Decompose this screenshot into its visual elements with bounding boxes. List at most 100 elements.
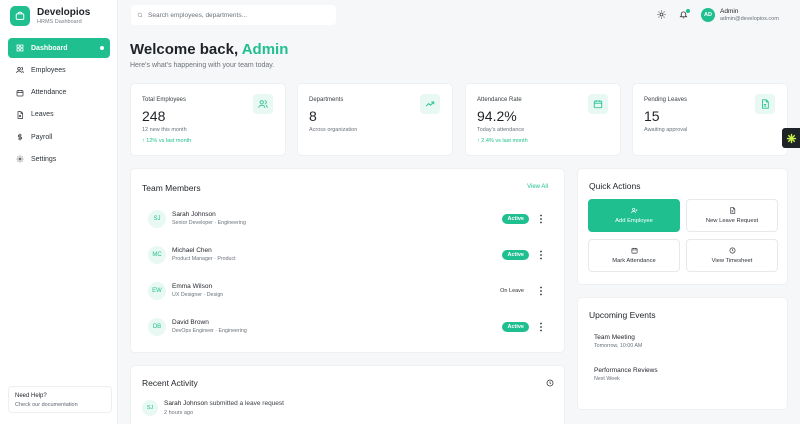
sidebar-item-attendance[interactable]: Attendance: [8, 83, 110, 103]
view-all-link[interactable]: View All: [527, 184, 548, 190]
stat-value: 15: [644, 108, 660, 124]
button-label: Mark Attendance: [612, 258, 656, 264]
stat-trend: ↑ 2.4% vs last month: [477, 138, 528, 144]
sidebar: Developios HRMS Dashboard Dashboard Empl…: [0, 0, 118, 424]
quick-actions-panel: Quick Actions Add Employee New Leave Req…: [577, 168, 788, 285]
asterisk-icon: [786, 133, 796, 143]
event-title: Performance Reviews: [594, 367, 658, 374]
activity-text: Sarah Johnson submitted a leave request: [164, 400, 284, 407]
sidebar-item-label: Payroll: [31, 133, 53, 141]
floating-widget-button[interactable]: [782, 128, 800, 148]
sidebar-item-label: Settings: [31, 155, 57, 163]
stat-note: Across organization: [309, 127, 358, 133]
sidebar-item-leaves[interactable]: Leaves: [8, 105, 110, 125]
more-vertical-icon[interactable]: [537, 250, 545, 260]
dashboard-icon: [16, 44, 24, 52]
file-icon: [755, 94, 775, 114]
users-icon: [16, 67, 24, 74]
stat-note: Today's attendance: [477, 127, 525, 133]
user-plus-icon: [630, 207, 637, 214]
more-vertical-icon[interactable]: [537, 322, 545, 332]
sidebar-item-label: Dashboard: [31, 44, 68, 52]
avatar: MC: [148, 246, 166, 264]
event-time: Tomorrow, 10:00 AM: [594, 343, 643, 349]
search-icon: [137, 12, 143, 18]
documentation-link[interactable]: Check our documentation: [15, 401, 105, 409]
member-name: Emma Wilson: [172, 283, 213, 290]
welcome-name: Admin: [241, 41, 289, 58]
member-name: David Brown: [172, 319, 209, 326]
member-name: Michael Chen: [172, 247, 212, 254]
list-item[interactable]: Performance Reviews Next Week: [586, 363, 786, 389]
stat-trend: ↑ 12% vs last month: [142, 138, 192, 144]
panel-title: Recent Activity: [142, 378, 198, 388]
avatar[interactable]: AD: [701, 8, 715, 22]
clock-icon[interactable]: [546, 379, 554, 387]
table-row[interactable]: EW Emma Wilson UX Designer · Design On L…: [142, 276, 554, 306]
stat-value: 8: [309, 108, 317, 124]
list-item[interactable]: Team Meeting Tomorrow, 10:00 AM: [586, 330, 786, 356]
stat-label: Departments: [309, 97, 344, 103]
member-role: Product Manager · Product: [172, 256, 236, 262]
search-input[interactable]: [148, 11, 328, 19]
brand-subtitle: HRMS Dashboard: [37, 18, 82, 25]
member-role: UX Designer · Design: [172, 292, 224, 298]
sidebar-item-dashboard[interactable]: Dashboard: [8, 38, 110, 58]
avatar: SJ: [148, 210, 166, 228]
stat-card-total-employees[interactable]: Total Employees 248 12 new this month ↑ …: [130, 83, 286, 156]
avatar: SJ: [142, 400, 158, 416]
brand-name: Developios: [37, 6, 91, 18]
table-row[interactable]: SJ Sarah Johnson Senior Developer · Engi…: [142, 204, 554, 234]
help-title: Need Help?: [15, 393, 47, 399]
brand[interactable]: Developios HRMS Dashboard: [10, 6, 90, 26]
users-icon: [253, 94, 273, 114]
recent-activity-panel: Recent Activity SJ Sarah Johnson submitt…: [130, 365, 565, 424]
status-badge: Active: [502, 214, 529, 224]
upcoming-events-panel: Upcoming Events Team Meeting Tomorrow, 1…: [577, 297, 788, 410]
file-icon: [17, 111, 24, 119]
clock-icon: [729, 247, 735, 254]
sun-icon[interactable]: [657, 10, 666, 19]
more-vertical-icon[interactable]: [537, 286, 545, 296]
team-members-panel: Team Members View All SJ Sarah Johnson S…: [130, 168, 565, 353]
status-badge: Active: [502, 322, 529, 332]
briefcase-icon: [10, 6, 30, 26]
sidebar-item-label: Attendance: [31, 89, 67, 97]
stat-card-departments[interactable]: Departments 8 Across organization: [297, 83, 453, 156]
sidebar-item-settings[interactable]: Settings: [8, 149, 110, 169]
stat-card-attendance-rate[interactable]: Attendance Rate 94.2% Today's attendance…: [465, 83, 621, 156]
page-subtitle: Here's what's happening with your team t…: [130, 62, 275, 69]
calendar-icon: [16, 89, 24, 96]
search-box[interactable]: [131, 5, 336, 25]
stat-note: Awaiting approval: [644, 127, 688, 133]
add-employee-button[interactable]: Add Employee: [588, 199, 680, 232]
table-row[interactable]: MC Michael Chen Product Manager · Produc…: [142, 240, 554, 270]
trend-up-icon: [420, 94, 440, 114]
more-vertical-icon[interactable]: [537, 214, 545, 224]
event-title: Team Meeting: [594, 334, 635, 341]
stat-note: 12 new this month: [142, 127, 187, 133]
table-row[interactable]: DB David Brown DevOps Engineer · Enginee…: [142, 312, 554, 342]
gear-icon: [16, 156, 24, 163]
button-label: New Leave Request: [705, 218, 759, 224]
mark-attendance-button[interactable]: Mark Attendance: [588, 239, 680, 272]
avatar: DB: [148, 318, 166, 336]
dollar-icon: [17, 133, 23, 141]
event-time: Next Week: [594, 376, 620, 382]
welcome-prefix: Welcome back,: [130, 41, 242, 58]
new-leave-request-button[interactable]: New Leave Request: [686, 199, 778, 232]
stat-card-pending-leaves[interactable]: Pending Leaves 15 Awaiting approval: [632, 83, 788, 156]
member-role: Senior Developer · Engineering: [172, 220, 246, 226]
sidebar-item-employees[interactable]: Employees: [8, 60, 110, 80]
panel-title: Team Members: [142, 183, 201, 193]
notification-dot: [686, 9, 690, 13]
sidebar-item-payroll[interactable]: Payroll: [8, 127, 110, 147]
view-timesheet-button[interactable]: View Timesheet: [686, 239, 778, 272]
activity-actor: Sarah Johnson: [164, 400, 208, 407]
panel-title: Upcoming Events: [589, 310, 656, 320]
activity-time: 2 hours ago: [164, 410, 194, 416]
stat-value: 94.2%: [477, 108, 517, 124]
stat-label: Total Employees: [142, 97, 187, 103]
status-badge: On Leave: [495, 286, 529, 296]
stat-label: Pending Leaves: [644, 97, 688, 103]
